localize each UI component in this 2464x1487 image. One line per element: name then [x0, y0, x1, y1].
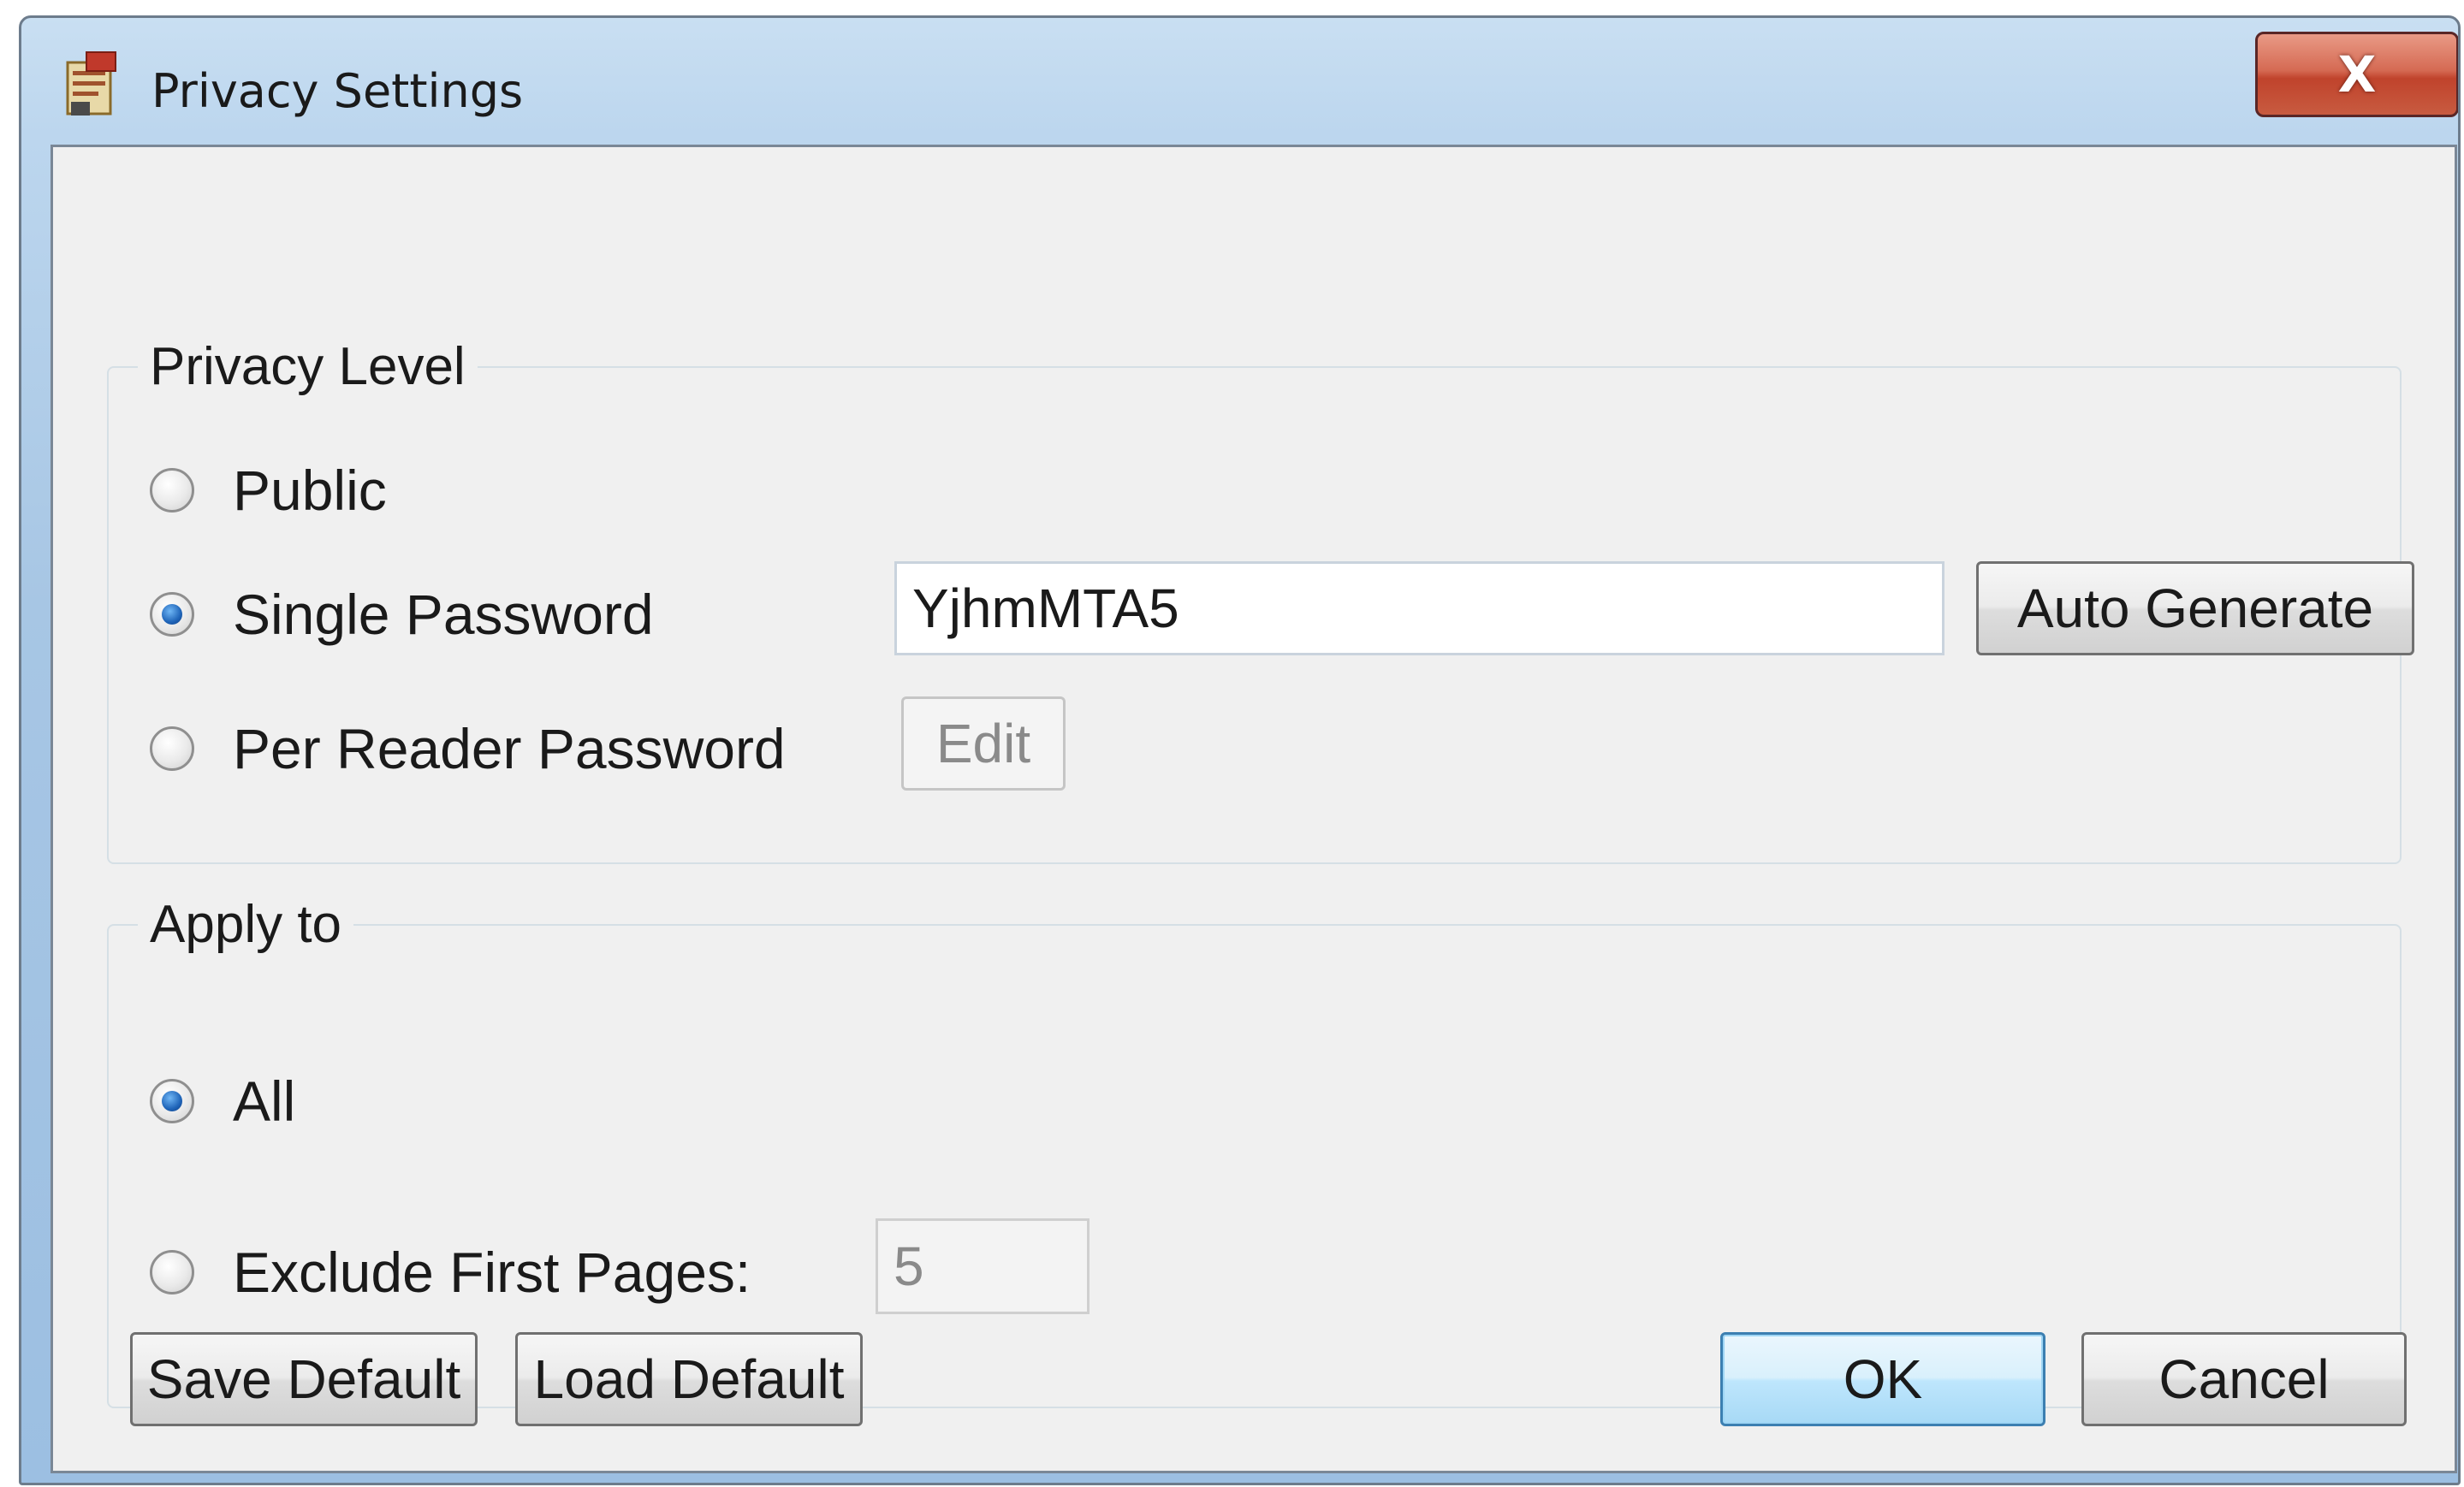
radio-single-password[interactable]: Single Password: [150, 586, 654, 643]
cancel-button[interactable]: Cancel: [2081, 1332, 2407, 1426]
close-icon: X: [2337, 45, 2377, 104]
radio-public[interactable]: Public: [150, 462, 387, 518]
auto-generate-button[interactable]: Auto Generate: [1976, 561, 2414, 655]
radio-exclude-first-pages-label: Exclude First Pages:: [233, 1241, 751, 1304]
radio-per-reader-password-button[interactable]: [150, 726, 194, 771]
title-bar[interactable]: Privacy Settings X: [21, 18, 2458, 142]
radio-all-label: All: [233, 1069, 296, 1133]
privacy-level-label: Privacy Level: [138, 341, 478, 394]
dialog-client-area: Privacy Level Public Single Password Yjh…: [50, 145, 2457, 1473]
radio-exclude-first-pages[interactable]: Exclude First Pages:: [150, 1244, 751, 1300]
ok-button[interactable]: OK: [1720, 1332, 2045, 1426]
password-input[interactable]: YjhmMTA5: [894, 561, 1944, 655]
radio-public-label: Public: [233, 459, 387, 522]
radio-all-button[interactable]: [150, 1079, 194, 1123]
privacy-settings-dialog: Privacy Settings X Privacy Level Public …: [19, 15, 2461, 1485]
radio-all[interactable]: All: [150, 1073, 295, 1129]
apply-to-label: Apply to: [138, 898, 354, 951]
close-button[interactable]: X: [2255, 32, 2458, 117]
radio-exclude-first-pages-button[interactable]: [150, 1250, 194, 1294]
exclude-pages-input[interactable]: 5: [876, 1218, 1090, 1314]
radio-per-reader-password-label: Per Reader Password: [233, 717, 786, 780]
document-lock-icon: [66, 51, 116, 116]
save-default-button[interactable]: Save Default: [130, 1332, 478, 1426]
privacy-level-group: Privacy Level Public Single Password Yjh…: [107, 341, 2414, 864]
load-default-button[interactable]: Load Default: [515, 1332, 863, 1426]
radio-public-button[interactable]: [150, 468, 194, 512]
edit-button[interactable]: Edit: [901, 696, 1066, 791]
window-title: Privacy Settings: [151, 64, 524, 118]
radio-single-password-label: Single Password: [233, 583, 654, 646]
radio-single-password-button[interactable]: [150, 592, 194, 637]
radio-per-reader-password[interactable]: Per Reader Password: [150, 720, 786, 777]
